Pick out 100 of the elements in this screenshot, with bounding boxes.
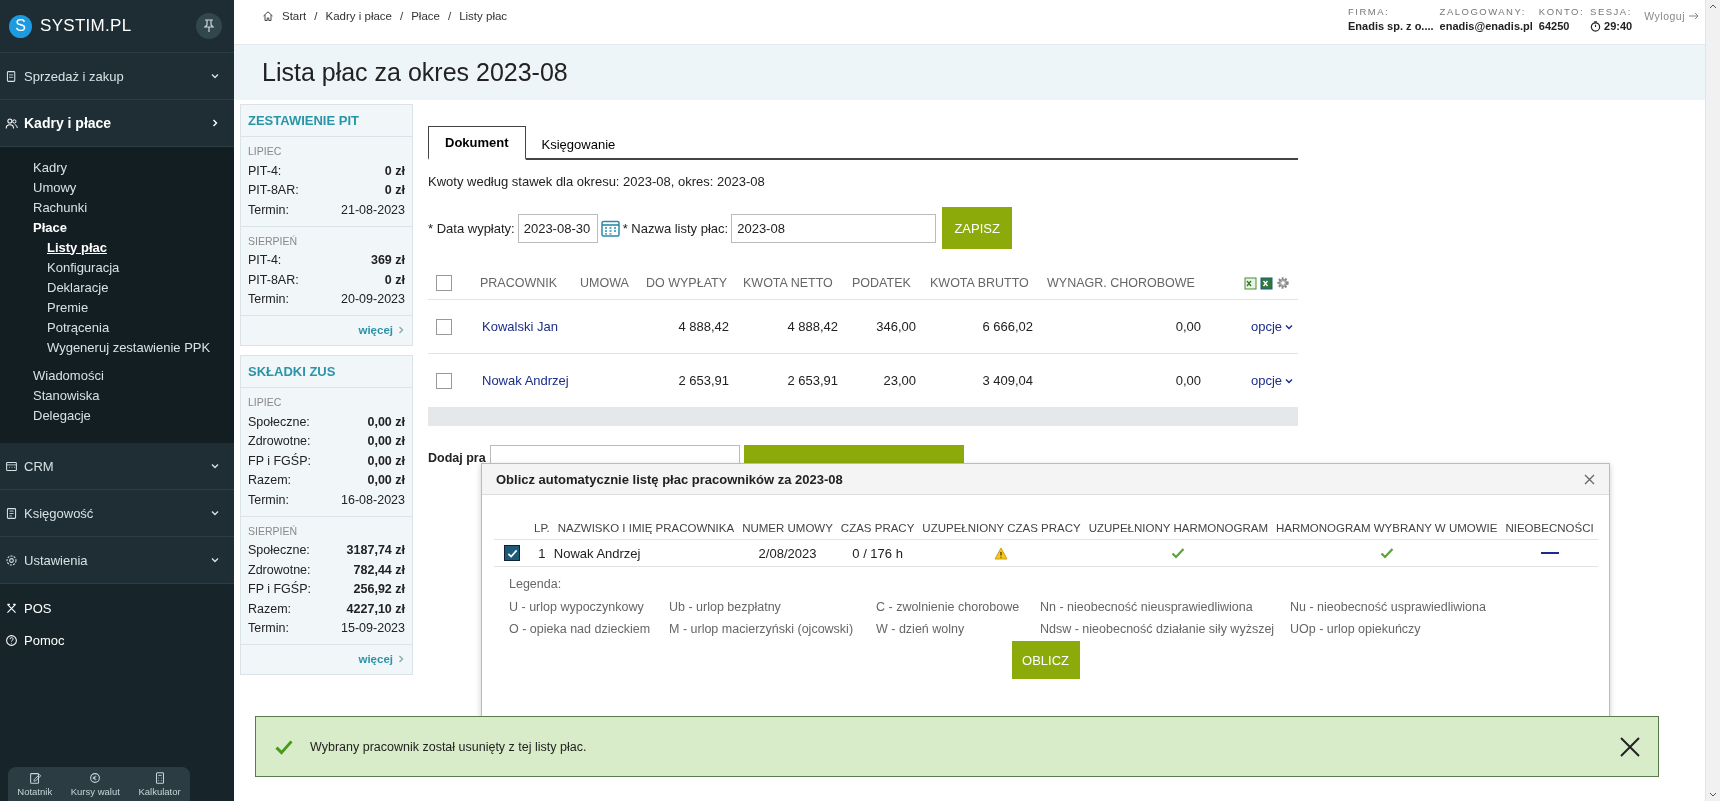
summary-value: 0 zł: [384, 272, 405, 287]
column-header: UZUPEŁNIONY CZAS PRACY: [922, 522, 1081, 534]
dialog-title: Oblicz automatycznie listę płac pracowników za 2023-08: [496, 471, 843, 487]
session-value: Enadis sp. z o....: [1348, 20, 1434, 32]
menu-item[interactable]: Konfiguracja: [47, 257, 234, 277]
card-title: ZESTAWIENIE PIT: [241, 105, 412, 137]
calendar-icon[interactable]: [600, 219, 620, 237]
menu-section[interactable]: CRM: [0, 443, 234, 490]
checkbox[interactable]: [504, 545, 520, 561]
spreadsheet-icon[interactable]: [1244, 276, 1257, 290]
summary-value: 21-08-2023: [341, 202, 405, 217]
menu-section[interactable]: Sprzedaż i zakup: [0, 53, 234, 100]
breadcrumb-link[interactable]: Płace: [411, 10, 440, 22]
menu-section[interactable]: Księgowość: [0, 490, 234, 537]
arrow-right-icon: [1689, 12, 1699, 20]
menu-item[interactable]: Potrącenia: [47, 317, 234, 337]
menu-link[interactable]: POS: [0, 592, 234, 624]
tool-button[interactable]: Kursy walut: [68, 769, 122, 799]
settings-icon[interactable]: [1276, 276, 1290, 290]
column-header: DO WYPŁATY: [646, 276, 728, 290]
legend-item: Ndsw - nieobecność działanie siły wyższej: [1040, 622, 1276, 636]
menu-section[interactable]: Ustawienia: [0, 537, 234, 584]
scrollbar[interactable]: [1705, 0, 1720, 801]
legend-title: Legenda:: [509, 577, 563, 591]
field-label: Dodaj pra: [428, 451, 486, 465]
table-cell: 0,00: [1175, 319, 1201, 334]
scroll-down-icon[interactable]: [1709, 792, 1717, 798]
column-header: KWOTA BRUTTO: [930, 276, 1029, 290]
summary-value: 0,00 zł: [367, 434, 405, 449]
logout-link[interactable]: Wyloguj: [1644, 10, 1699, 22]
checkbox[interactable]: [436, 275, 452, 291]
checkbox[interactable]: [436, 318, 452, 335]
menu-section[interactable]: Kadry i płace: [0, 100, 234, 147]
close-icon: [1619, 735, 1641, 758]
employee-link[interactable]: Nowak Andrzej: [482, 373, 569, 388]
breadcrumb-separator: /: [314, 10, 318, 22]
summary-label: Zdrowotne:: [248, 562, 311, 577]
notepad-icon: [27, 771, 42, 785]
table-cell: 2 653,91: [787, 373, 838, 388]
tool-button[interactable]: Notatnik: [15, 769, 55, 799]
summary-value: 0,00 zł: [367, 453, 405, 468]
breadcrumb-separator: /: [400, 10, 404, 22]
summary-label: Zdrowotne:: [248, 434, 311, 449]
chevron-icon: [396, 325, 406, 335]
menu-item[interactable]: Stanowiska: [33, 385, 234, 405]
date-field[interactable]: 2023-08-30: [517, 213, 598, 243]
summary-value: 16-08-2023: [341, 492, 405, 507]
menu-item[interactable]: Listy płac: [47, 237, 234, 257]
session-value: 64250: [1538, 20, 1570, 32]
legend-item: M - urlop macierzyński (ojcowski): [669, 622, 855, 636]
employee-link[interactable]: Kowalski Jan: [482, 319, 558, 334]
summary-label: PIT-8AR:: [248, 272, 299, 287]
pin-button[interactable]: [196, 13, 222, 39]
spreadsheet-icon[interactable]: [1260, 276, 1273, 290]
menu-item[interactable]: Umowy: [33, 177, 234, 197]
scroll-up-icon[interactable]: [1709, 3, 1717, 9]
tab[interactable]: Księgowanie: [525, 128, 632, 160]
calendar-icon: [5, 459, 18, 473]
month-label: SIERPIEŃ: [248, 524, 298, 537]
name-field[interactable]: 2023-08: [731, 213, 937, 243]
menu-item[interactable]: Kadry: [33, 157, 234, 177]
menu-item[interactable]: Delegacje: [33, 405, 234, 425]
summary-label: Termin:: [248, 202, 289, 217]
tab[interactable]: Dokument: [428, 126, 526, 160]
menu-item[interactable]: Rachunki: [33, 197, 234, 217]
summary-label: PIT-8AR:: [248, 183, 299, 198]
options-link[interactable]: opcje: [1250, 319, 1294, 334]
menu-item[interactable]: Premie: [47, 297, 234, 317]
summary-label: Termin:: [248, 621, 289, 636]
column-header: UZUPEŁNIONY HARMONOGRAM: [1088, 522, 1268, 534]
summary-label: FP i FGŚP:: [248, 582, 311, 597]
legend-item: Ub - urlop bezpłatny: [669, 600, 782, 614]
checkbox[interactable]: [436, 372, 452, 389]
column-header: NIEOBECNOŚCI: [1505, 522, 1594, 534]
menu-item[interactable]: Deklaracje: [47, 277, 234, 297]
legend-item: W - dzień wolny: [876, 622, 966, 636]
menu-link[interactable]: Pomoc: [0, 624, 234, 656]
menu-item[interactable]: Płace: [33, 217, 234, 237]
breadcrumb-link[interactable]: Start: [282, 10, 307, 22]
options-link[interactable]: opcje: [1250, 373, 1294, 388]
menu-item[interactable]: Wygeneruj zestawienie PPK: [47, 337, 234, 357]
home-icon[interactable]: [262, 10, 274, 22]
timer-icon: [1590, 20, 1602, 32]
logo-mark: S: [9, 14, 32, 38]
tool-button[interactable]: Kalkulator: [136, 769, 183, 799]
summary-value: 0,00 zł: [367, 473, 405, 488]
menu-item[interactable]: Wiadomości: [33, 365, 234, 385]
gear-icon: [5, 553, 18, 567]
table-cell: 1: [538, 545, 546, 561]
close-button[interactable]: [1619, 735, 1641, 758]
breadcrumb-link[interactable]: Kadry i płace: [325, 10, 392, 22]
month-label: SIERPIEŃ: [248, 234, 298, 247]
logo-text: SYSTIM.PL: [40, 16, 132, 36]
document-icon: [5, 506, 18, 520]
summary-value: 4227,10 zł: [346, 601, 405, 616]
table-cell: Nowak Andrzej: [553, 545, 641, 561]
breadcrumb-link[interactable]: Listy płac: [459, 10, 508, 22]
table-cell: 4 888,42: [787, 319, 838, 334]
toast-message: Wybrany pracownik został usunięty z tej listy płac.: [310, 739, 588, 754]
pin-icon: [203, 19, 215, 33]
